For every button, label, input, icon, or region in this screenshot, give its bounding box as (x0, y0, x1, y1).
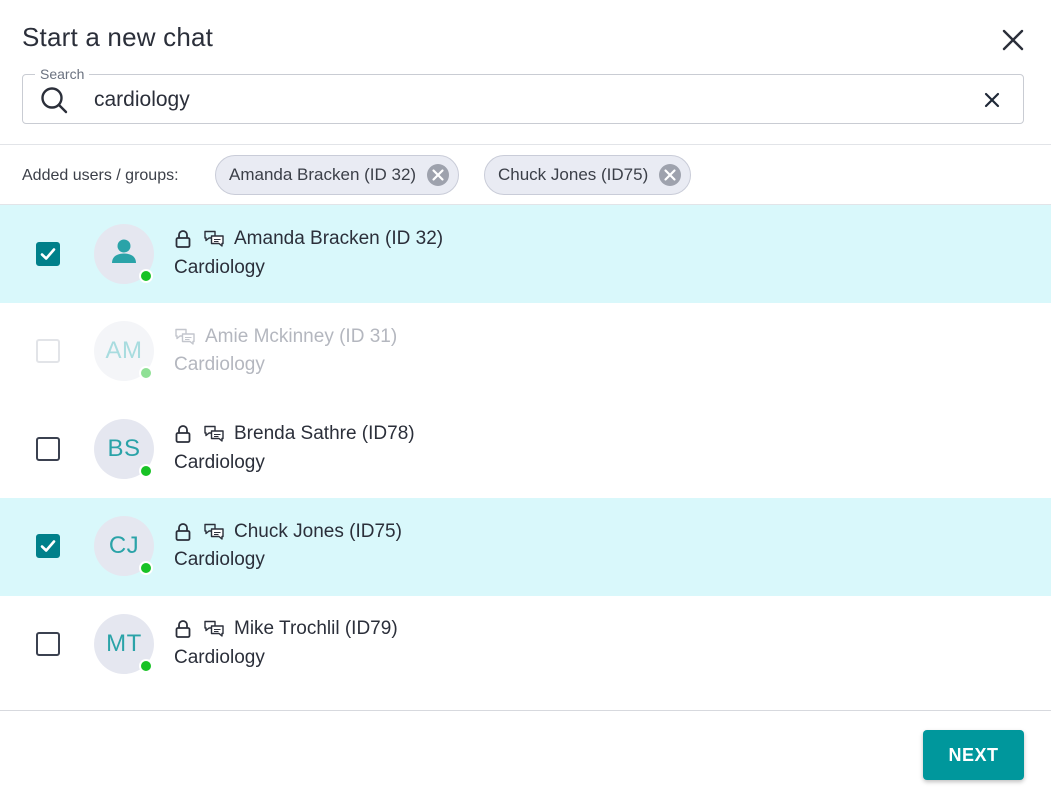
search-label: Search (35, 66, 90, 82)
remove-chip-icon[interactable] (426, 163, 450, 187)
close-icon[interactable] (1000, 27, 1026, 53)
user-name: Amie Mckinney (ID 31) (205, 326, 398, 347)
chip-label: Chuck Jones (ID75) (498, 165, 649, 184)
user-checkbox (36, 339, 60, 363)
divider (0, 710, 1051, 711)
user-row[interactable]: BS Brenda Sathre (ID78) Cardiology (0, 400, 1051, 498)
avatar-initials: BS (107, 435, 141, 462)
added-users-label: Added users / groups: (22, 167, 179, 184)
chat-icon (203, 229, 225, 249)
user-name: Brenda Sathre (ID78) (234, 423, 415, 444)
user-department: Cardiology (174, 647, 265, 668)
chat-icon (203, 424, 225, 444)
user-department: Cardiology (174, 257, 265, 278)
clear-icon[interactable] (981, 89, 1003, 111)
lock-icon (174, 619, 192, 639)
chat-icon (203, 619, 225, 639)
lock-icon (174, 424, 192, 444)
online-status-dot (139, 659, 153, 673)
user-checkbox[interactable] (36, 632, 60, 656)
user-checkbox[interactable] (36, 437, 60, 461)
chat-icon (203, 522, 225, 542)
online-status-dot (139, 561, 153, 575)
online-status-dot (139, 366, 153, 380)
avatar-initials: MT (106, 630, 142, 657)
user-name: Amanda Bracken (ID 32) (234, 228, 444, 249)
avatar-initials: AM (105, 337, 143, 364)
person-icon (108, 235, 140, 274)
remove-chip-icon[interactable] (658, 163, 682, 187)
lock-icon (174, 522, 192, 542)
divider (0, 144, 1051, 145)
user-row: AM Amie Mckinney (ID 31) Cardiology (0, 303, 1051, 401)
lock-icon (174, 229, 192, 249)
search-field[interactable]: Search (22, 66, 1024, 124)
next-button[interactable]: NEXT (923, 730, 1024, 780)
user-name: Mike Trochlil (ID79) (234, 618, 398, 639)
added-chip: Chuck Jones (ID75) (484, 155, 692, 195)
avatar-initials: CJ (108, 532, 140, 559)
user-checkbox[interactable] (36, 534, 60, 558)
chip-label: Amanda Bracken (ID 32) (229, 165, 417, 184)
added-chip: Amanda Bracken (ID 32) (215, 155, 460, 195)
user-name: Chuck Jones (ID75) (234, 521, 402, 542)
user-row[interactable]: CJ Chuck Jones (ID75) Cardiology (0, 498, 1051, 596)
online-status-dot (139, 269, 153, 283)
user-row[interactable]: MT Mike Trochlil (ID79) Cardiology (0, 595, 1051, 693)
user-department: Cardiology (174, 452, 265, 473)
user-department: Cardiology (174, 354, 265, 375)
search-icon (39, 85, 69, 115)
search-input[interactable] (94, 85, 954, 115)
new-chat-dialog: Start a new chat Search Added users / gr… (0, 0, 1051, 797)
user-department: Cardiology (174, 549, 265, 570)
chat-icon (174, 327, 196, 347)
online-status-dot (139, 464, 153, 478)
dialog-title: Start a new chat (22, 22, 214, 52)
user-checkbox[interactable] (36, 242, 60, 266)
user-row[interactable]: Amanda Bracken (ID 32) Cardiology (0, 205, 1051, 303)
